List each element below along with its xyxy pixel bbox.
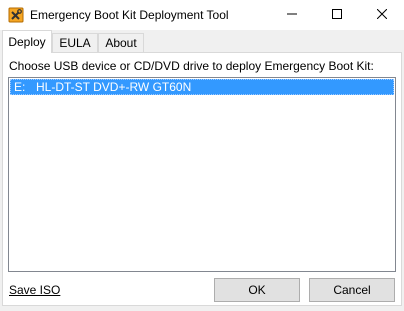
device-list[interactable]: E: HL-DT-ST DVD+-RW GT60N: [8, 77, 396, 272]
window-title: Emergency Boot Kit Deployment Tool: [30, 8, 229, 22]
device-name: HL-DT-ST DVD+-RW GT60N: [36, 80, 192, 94]
device-prompt: Choose USB device or CD/DVD drive to dep…: [9, 59, 374, 73]
minimize-button[interactable]: [269, 0, 314, 30]
ok-button[interactable]: OK: [214, 278, 300, 302]
save-iso-link[interactable]: Save ISO: [9, 283, 60, 297]
close-button[interactable]: [359, 0, 404, 30]
toolbox-icon: [8, 7, 24, 23]
tab-deploy[interactable]: Deploy: [2, 30, 52, 53]
cancel-button[interactable]: Cancel: [309, 278, 395, 302]
list-item[interactable]: E: HL-DT-ST DVD+-RW GT60N: [10, 79, 394, 95]
title-bar: Emergency Boot Kit Deployment Tool: [0, 0, 404, 30]
device-drive-letter: E:: [14, 80, 26, 94]
tab-about[interactable]: About: [98, 33, 144, 52]
tab-strip: Deploy EULA About: [0, 30, 404, 54]
minimize-icon: [286, 8, 297, 22]
close-icon: [376, 8, 387, 22]
tab-eula[interactable]: EULA: [52, 33, 98, 52]
maximize-icon: [331, 8, 342, 22]
maximize-button[interactable]: [314, 0, 359, 30]
